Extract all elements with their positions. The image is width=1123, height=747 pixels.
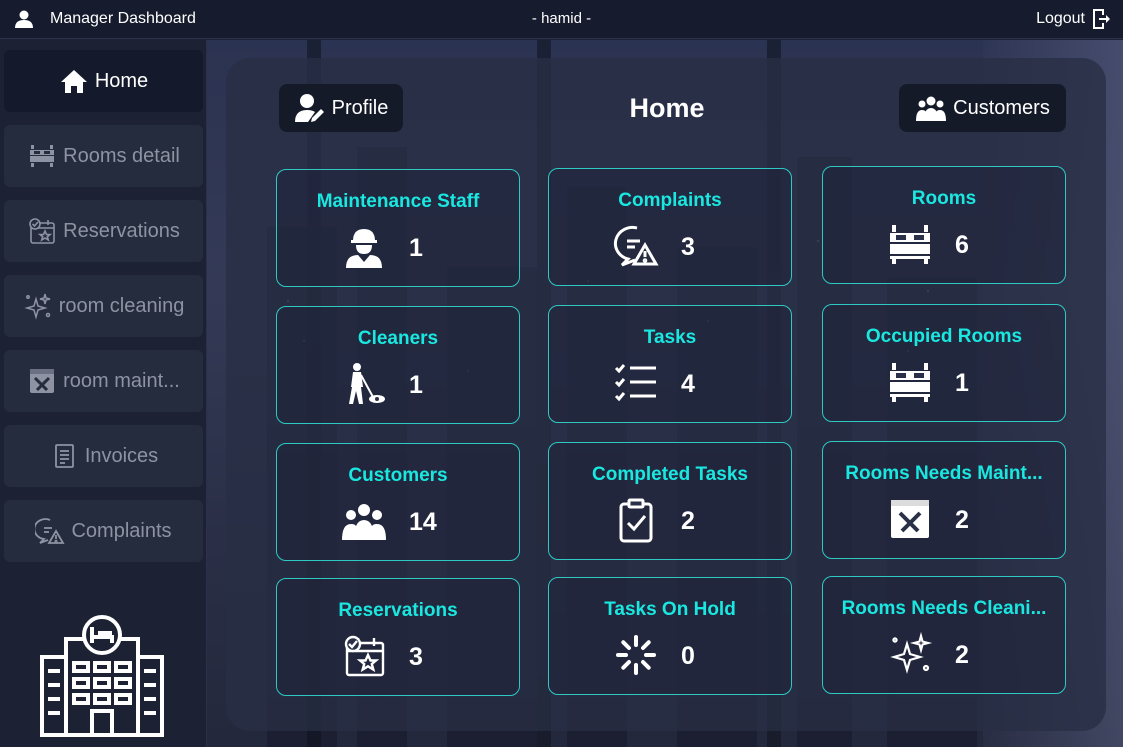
group-icon — [342, 504, 386, 540]
card-value: 1 — [409, 371, 423, 399]
sparkle-icon — [890, 631, 933, 674]
tools-window-icon — [891, 500, 929, 538]
sidebar-item-label: room cleaning — [58, 294, 185, 317]
card-value: 2 — [955, 506, 969, 534]
card-title: Tasks — [643, 327, 697, 348]
clipboard-check-icon — [619, 498, 653, 543]
sidebar-item-invoices[interactable]: Invoices — [4, 425, 203, 487]
card-value: 1 — [955, 369, 969, 397]
customers-label: Customers — [953, 96, 1050, 119]
calendar-icon — [29, 218, 55, 244]
bed-icon — [30, 145, 55, 167]
card-rooms-needs-cleaning[interactable]: Rooms Needs Cleani... 2 — [822, 576, 1066, 694]
complaint-icon — [613, 225, 659, 267]
card-title: Rooms Needs Maint... — [845, 463, 1043, 484]
worker-icon — [346, 229, 382, 268]
sidebar-item-label: room maint... — [63, 369, 180, 392]
card-title: Occupied Rooms — [865, 326, 1023, 347]
card-maintenance-staff[interactable]: Maintenance Staff 1 — [276, 169, 520, 287]
title-bar: Manager Dashboard - hamid - Logout — [0, 0, 1123, 39]
card-rooms[interactable]: Rooms 6 — [822, 166, 1066, 284]
bed-icon — [890, 225, 930, 264]
sidebar-item-rooms-detail[interactable]: Rooms detail — [4, 125, 203, 187]
sidebar-item-reservations[interactable]: Reservations — [4, 200, 203, 262]
card-reservations[interactable]: Reservations 3 — [276, 578, 520, 696]
invoice-icon — [54, 444, 74, 468]
card-value: 0 — [681, 642, 695, 670]
tools-window-icon — [30, 369, 55, 393]
card-value: 3 — [681, 233, 695, 261]
card-value: 2 — [681, 507, 695, 535]
bed-icon — [890, 363, 930, 402]
user-edit-icon — [294, 94, 324, 122]
user-icon — [15, 10, 33, 28]
card-title: Cleaners — [357, 328, 439, 349]
loading-icon — [616, 635, 656, 675]
cleaner-icon — [349, 363, 385, 404]
sidebar-item-home[interactable]: Home — [4, 50, 203, 112]
card-title: Reservations — [338, 600, 458, 621]
customers-button[interactable]: Customers — [899, 84, 1066, 132]
card-title: Maintenance Staff — [316, 191, 480, 212]
card-title: Tasks On Hold — [604, 599, 736, 620]
sidebar-item-label: Reservations — [63, 219, 180, 242]
card-complaints[interactable]: Complaints 3 — [548, 168, 792, 286]
logout-icon — [1093, 9, 1110, 29]
card-title: Completed Tasks — [592, 464, 748, 485]
card-value: 4 — [681, 370, 695, 398]
group-icon — [916, 96, 947, 121]
sparkle-icon — [23, 293, 50, 320]
profile-button[interactable]: Profile — [279, 84, 403, 132]
home-icon — [60, 70, 87, 93]
logout-label: Logout — [1036, 10, 1085, 27]
sidebar-item-label: Rooms detail — [63, 144, 180, 167]
checklist-icon — [614, 364, 656, 402]
card-cleaners[interactable]: Cleaners 1 — [276, 306, 520, 424]
sidebar-item-label: Complaints — [71, 519, 172, 542]
card-tasks-on-hold[interactable]: Tasks On Hold 0 — [548, 577, 792, 695]
complaint-icon — [35, 518, 66, 544]
card-title: Rooms — [911, 188, 977, 209]
page-title: Home — [629, 93, 705, 123]
card-value: 1 — [409, 234, 423, 262]
calendar-icon — [344, 635, 385, 677]
card-completed-tasks[interactable]: Completed Tasks 2 — [548, 442, 792, 560]
sidebar-item-room-cleaning[interactable]: room cleaning — [4, 275, 203, 337]
card-tasks[interactable]: Tasks 4 — [548, 305, 792, 423]
hotel-logo-icon — [40, 615, 164, 737]
sidebar-item-label: Invoices — [84, 444, 159, 467]
card-title: Rooms Needs Cleani... — [841, 598, 1047, 619]
card-title: Customers — [348, 465, 448, 486]
sidebar-item-label: Home — [94, 69, 149, 92]
card-customers[interactable]: Customers 14 — [276, 443, 520, 561]
card-occupied-rooms[interactable]: Occupied Rooms 1 — [822, 304, 1066, 422]
logout-button[interactable]: Logout — [1036, 8, 1111, 30]
sidebar-item-room-maintenance[interactable]: room maint... — [4, 350, 203, 412]
profile-label: Profile — [331, 96, 389, 119]
card-value: 3 — [409, 643, 423, 671]
card-title: Complaints — [618, 190, 722, 211]
card-value: 6 — [955, 231, 969, 259]
app-title: Manager Dashboard — [50, 10, 196, 27]
sidebar: Home Rooms detail Reservations room clea… — [0, 40, 207, 747]
card-value: 14 — [409, 508, 437, 536]
card-value: 2 — [955, 641, 969, 669]
card-rooms-needs-maintenance[interactable]: Rooms Needs Maint... 2 — [822, 441, 1066, 559]
sidebar-item-complaints[interactable]: Complaints — [4, 500, 203, 562]
